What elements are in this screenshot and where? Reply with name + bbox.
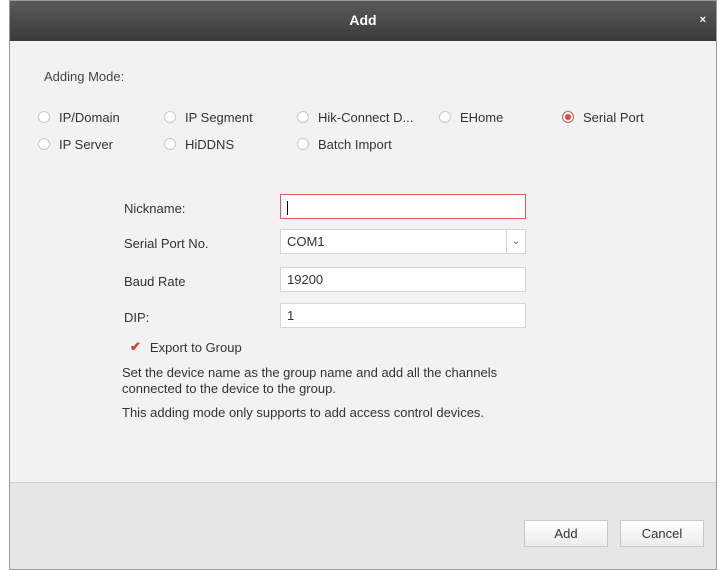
radio-ehome[interactable]: EHome <box>439 108 503 126</box>
add-device-dialog: Add × Adding Mode: IP/Domain IP Segment … <box>9 0 717 570</box>
radio-dot-icon <box>38 111 50 123</box>
radio-label: HiDDNS <box>185 136 235 152</box>
serial-port-select[interactable]: COM1 ⌄ <box>280 229 526 254</box>
serial-port-value: COM1 <box>287 234 325 249</box>
serial-port-label: Serial Port No. <box>124 236 209 251</box>
radio-dot-icon <box>164 138 176 150</box>
radio-label: IP Server <box>59 136 113 152</box>
text-caret <box>287 200 288 215</box>
cancel-button[interactable]: Cancel <box>620 520 704 547</box>
radio-ip-domain[interactable]: IP/Domain <box>38 108 120 126</box>
checkmark-icon: ✔ <box>130 339 141 354</box>
adding-mode-label: Adding Mode: <box>44 69 125 84</box>
baud-rate-label: Baud Rate <box>124 274 186 289</box>
dialog-title: Add <box>349 12 377 28</box>
radio-ip-server[interactable]: IP Server <box>38 135 113 153</box>
radio-dot-icon <box>164 111 176 123</box>
radio-dot-icon <box>297 138 309 150</box>
radio-label: IP Segment <box>185 109 253 125</box>
group-description: Set the device name as the group name an… <box>122 365 498 396</box>
dialog-footer: Add Cancel <box>10 482 716 569</box>
radio-ip-segment[interactable]: IP Segment <box>164 108 253 126</box>
radio-label: Serial Port <box>583 109 644 125</box>
nickname-input[interactable] <box>280 194 526 219</box>
radio-batch-import[interactable]: Batch Import <box>297 135 392 153</box>
baud-rate-value: 19200 <box>287 272 324 287</box>
nickname-label: Nickname: <box>124 201 186 216</box>
dip-input[interactable]: 1 <box>280 303 526 328</box>
radio-serial-port[interactable]: Serial Port <box>562 108 644 126</box>
dialog-title-bar: Add × <box>10 1 716 41</box>
radio-label: Batch Import <box>318 136 392 152</box>
radio-label: EHome <box>460 109 504 125</box>
radio-dot-icon <box>297 111 309 123</box>
dip-label: DIP: <box>124 310 150 325</box>
close-icon[interactable]: × <box>700 14 706 26</box>
radio-dot-icon <box>562 111 574 123</box>
dip-value: 1 <box>287 308 295 323</box>
radio-hik-connect[interactable]: Hik-Connect D... <box>297 108 413 126</box>
add-button[interactable]: Add <box>524 520 608 547</box>
radio-label: Hik-Connect D... <box>318 109 414 125</box>
export-to-group-checkbox[interactable]: ✔ Export to Group <box>130 339 242 355</box>
radio-dot-icon <box>439 111 451 123</box>
export-to-group-label: Export to Group <box>149 339 242 355</box>
radio-label: IP/Domain <box>59 109 120 125</box>
mode-restriction-note: This adding mode only supports to add ac… <box>122 405 485 420</box>
radio-dot-icon <box>38 138 50 150</box>
chevron-down-icon[interactable]: ⌄ <box>506 230 525 253</box>
radio-hiddns[interactable]: HiDDNS <box>164 135 234 153</box>
baud-rate-input[interactable]: 19200 <box>280 267 526 292</box>
